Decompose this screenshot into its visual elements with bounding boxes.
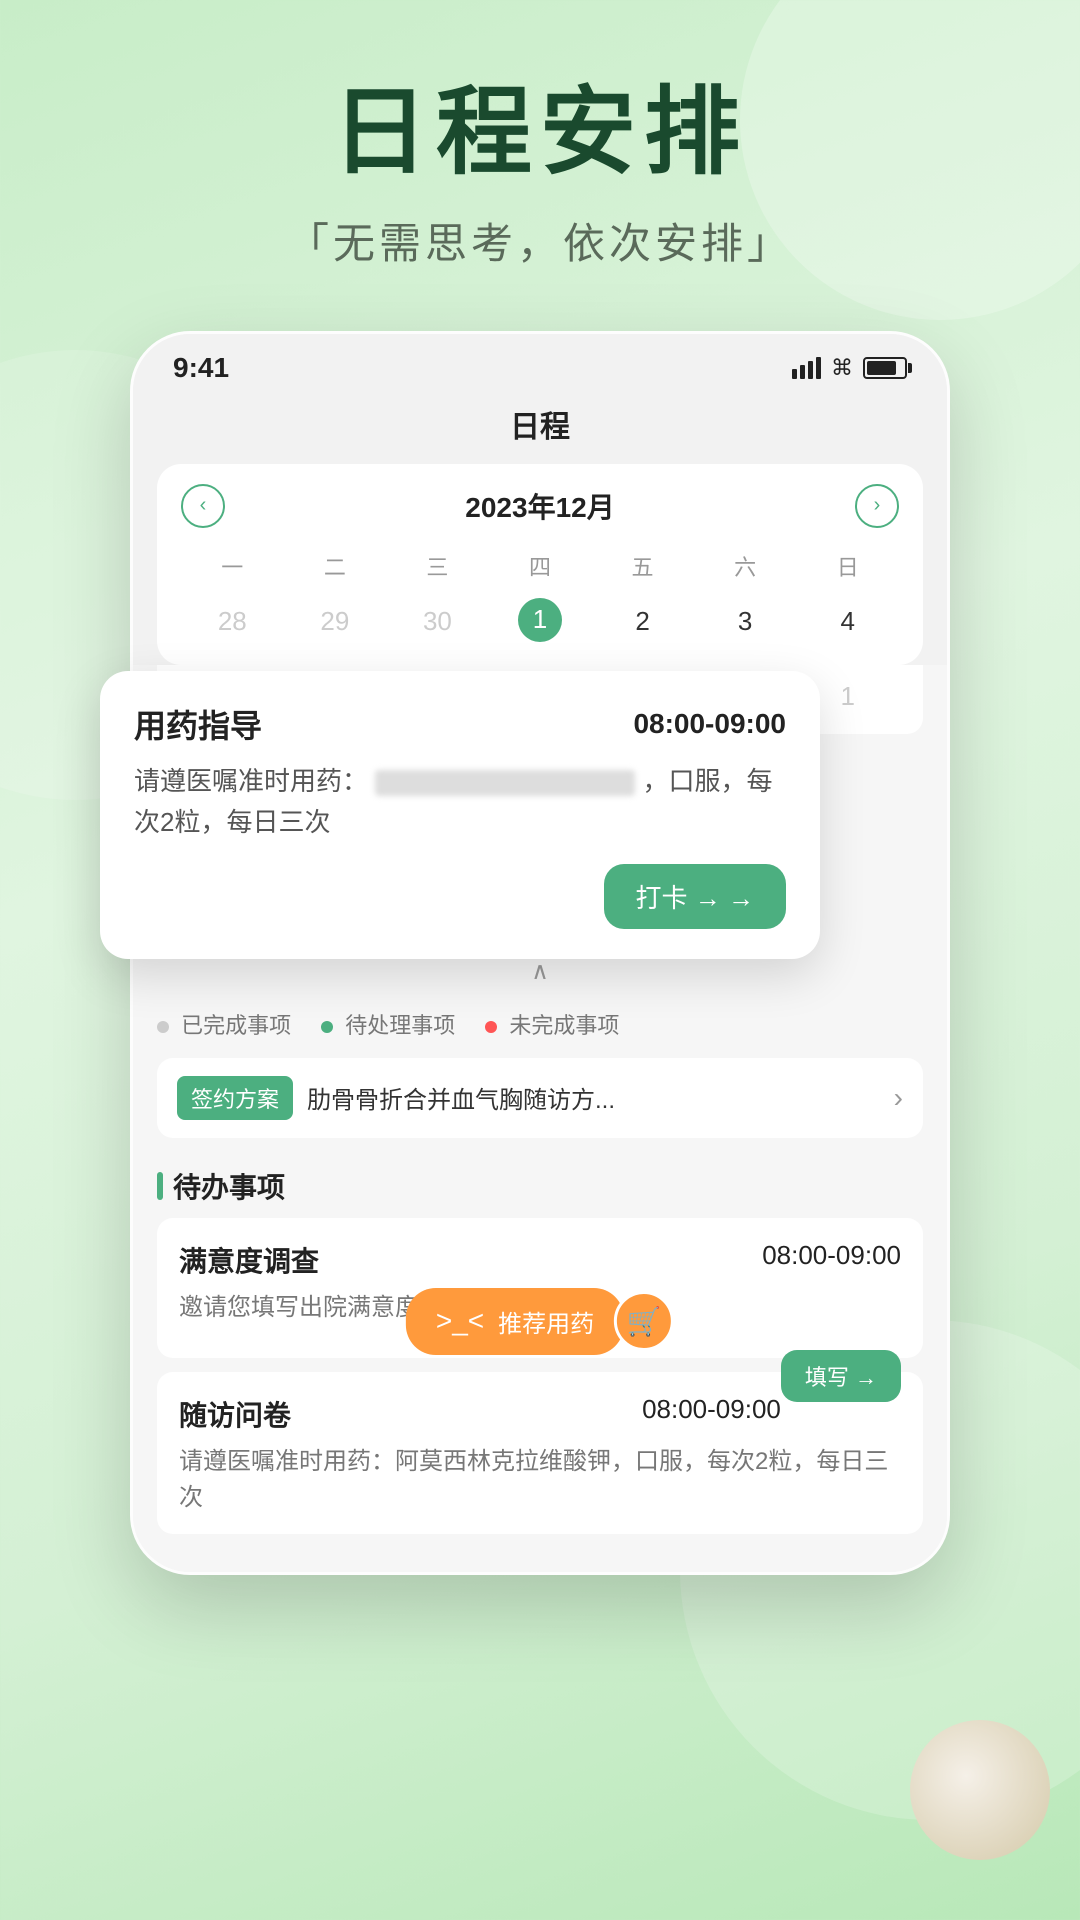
weekday-sun: 日 xyxy=(796,544,899,588)
todo-card-1-header: 满意度调查 08:00-09:00 xyxy=(179,1240,901,1280)
calendar-days-row1: 28 29 30 1 2 3 4 xyxy=(181,598,899,645)
weekday-fri: 五 xyxy=(591,544,694,588)
section-indicator xyxy=(157,1172,163,1200)
medication-blurred xyxy=(375,770,635,796)
legend-dot-completed xyxy=(157,1021,169,1033)
plan-badge: 签约方案 xyxy=(177,1076,293,1120)
cal-day-1[interactable]: 1 xyxy=(518,598,562,642)
app-title: 日程 xyxy=(133,402,947,446)
weekday-mon: 一 xyxy=(181,544,284,588)
cal-day-4[interactable]: 4 xyxy=(796,598,899,645)
cal-day-28-prev[interactable]: 28 xyxy=(181,598,284,645)
todo-card-2-time: 08:00-09:00 xyxy=(642,1394,781,1434)
weekday-wed: 三 xyxy=(386,544,489,588)
plan-arrow-icon: › xyxy=(894,1082,903,1114)
legend-row: 已完成事项 待处理事项 未完成事项 xyxy=(157,998,923,1058)
weekday-tue: 二 xyxy=(284,544,387,588)
phone-mockup-wrapper: 9:41 ⌘ 日程 ‹ 2023年12月 xyxy=(130,331,950,1575)
cal-day-3[interactable]: 3 xyxy=(694,598,797,645)
legend-dot-pending xyxy=(321,1021,333,1033)
wifi-icon: ⌘ xyxy=(831,355,853,381)
recommend-bubble[interactable]: >_< 推荐用药 xyxy=(406,1288,624,1355)
calendar-section: ‹ 2023年12月 › 一 二 三 四 五 六 日 28 29 30 1 2 … xyxy=(157,464,923,665)
weekday-sat: 六 xyxy=(694,544,797,588)
fill-button[interactable]: 填写 → xyxy=(781,1350,901,1402)
medication-card-time: 08:00-09:00 xyxy=(633,708,786,740)
medication-card-body: 请遵医嘱准时用药： ，口服，每次2粒，每日三次 xyxy=(134,761,786,844)
status-icons: ⌘ xyxy=(792,355,907,381)
cal-day-30-prev[interactable]: 30 xyxy=(386,598,489,645)
calendar-header: ‹ 2023年12月 › xyxy=(181,484,899,528)
legend-dot-incomplete xyxy=(485,1021,497,1033)
legend-pending: 待处理事项 xyxy=(321,1008,455,1040)
medication-card-title: 用药指导 xyxy=(134,701,262,747)
todo-card-1-time: 08:00-09:00 xyxy=(762,1240,901,1280)
cal-day-2[interactable]: 2 xyxy=(591,598,694,645)
pending-section-title: 待办事项 xyxy=(157,1154,923,1218)
medication-card-header: 用药指导 08:00-09:00 xyxy=(134,701,786,747)
subtitle: 「无需思考，依次安排」 xyxy=(0,210,1080,271)
todo-card-2-body: 请遵医嘱准时用药：阿莫西林克拉维酸钾，口服，每次2粒，每日三次 xyxy=(179,1444,901,1516)
calendar-prev-button[interactable]: ‹ xyxy=(181,484,225,528)
weekday-thu: 四 xyxy=(489,544,592,588)
status-bar: 9:41 ⌘ xyxy=(133,334,947,394)
battery-icon xyxy=(863,357,907,379)
calendar-month: 2023年12月 xyxy=(465,486,614,526)
legend-completed: 已完成事项 xyxy=(157,1008,291,1040)
medication-floating-card: 用药指导 08:00-09:00 请遵医嘱准时用药： ，口服，每次2粒，每日三次… xyxy=(100,671,820,959)
header-section: 日程安排 「无需思考，依次安排」 xyxy=(0,0,1080,271)
signal-icon xyxy=(792,357,821,379)
app-header: 日程 xyxy=(133,394,947,464)
recommend-label: 推荐用药 xyxy=(498,1304,594,1339)
todo-card-2-title: 随访问卷 xyxy=(179,1394,291,1434)
plan-row[interactable]: 签约方案 肋骨骨折合并血气胸随访方... › xyxy=(157,1058,923,1138)
legend-incomplete: 未完成事项 xyxy=(485,1008,619,1040)
recommend-popup[interactable]: >_< 推荐用药 🛒 xyxy=(406,1288,674,1355)
plan-text: 肋骨骨折合并血气胸随访方... xyxy=(307,1080,880,1115)
deco-pill xyxy=(910,1720,1050,1860)
cal-day-29-prev[interactable]: 29 xyxy=(284,598,387,645)
todo-card-2-header: 随访问卷 08:00-09:00 xyxy=(179,1394,781,1434)
checkin-button[interactable]: 打卡 → xyxy=(604,864,786,929)
calendar-next-button[interactable]: › xyxy=(855,484,899,528)
phone-inner-content: ∧ 已完成事项 待处理事项 未完成事项 签约方案 肋骨骨折合 xyxy=(133,945,947,1572)
todo-card-1-title: 满意度调查 xyxy=(179,1240,319,1280)
calendar-weekdays: 一 二 三 四 五 六 日 xyxy=(181,544,899,588)
cart-button[interactable]: 🛒 xyxy=(614,1291,674,1351)
robot-icon: >_< xyxy=(436,1305,484,1337)
main-title: 日程安排 xyxy=(0,80,1080,186)
status-time: 9:41 xyxy=(173,352,229,384)
